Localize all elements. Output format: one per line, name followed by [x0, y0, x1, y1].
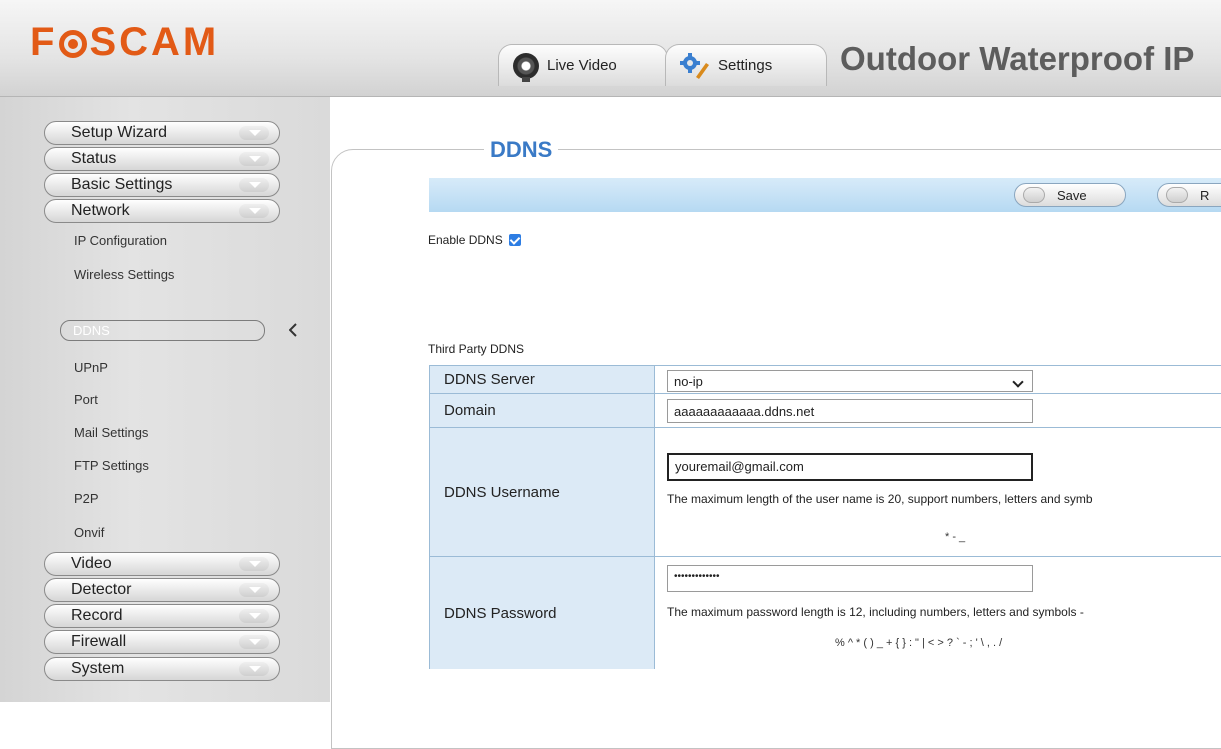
menu-status[interactable]: Status — [44, 147, 280, 171]
domain-cell: aaaaaaaaaaaa.ddns.net — [655, 394, 1221, 428]
username-cell: youremail@gmail.com The maximum length o… — [655, 428, 1221, 557]
sidebar-item-wireless-settings[interactable]: Wireless Settings — [74, 267, 174, 282]
domain-field[interactable]: aaaaaaaaaaaa.ddns.net — [667, 399, 1033, 423]
tab-live-video[interactable]: Live Video — [498, 44, 668, 86]
chevron-down-icon — [1012, 376, 1024, 388]
refresh-icon — [1166, 187, 1188, 203]
menu-firewall-label: Firewall — [71, 633, 127, 650]
sidebar-item-onvif[interactable]: Onvif — [74, 525, 104, 540]
menu-firewall[interactable]: Firewall — [44, 630, 280, 654]
username-label: DDNS Username — [430, 428, 655, 557]
menu-video[interactable]: Video — [44, 552, 280, 576]
active-item-arrow-icon — [289, 323, 297, 337]
sidebar-item-ddns-label: DDNS — [73, 323, 110, 338]
menu-status-label: Status — [71, 150, 117, 167]
chevron-down-icon — [239, 557, 269, 571]
password-hint: The maximum password length is 12, inclu… — [667, 605, 1084, 619]
menu-network-label: Network — [71, 202, 130, 219]
sidebar-item-p2p[interactable]: P2P — [74, 491, 99, 506]
chevron-down-icon — [239, 204, 269, 218]
foscam-logo: F SCAM — [30, 20, 220, 64]
menu-system-label: System — [71, 660, 125, 677]
refresh-button[interactable]: R — [1157, 183, 1221, 207]
ddns-settings-table: DDNS Server no-ip Domain aaaaaaaaaaaa.dd… — [429, 365, 1221, 669]
chevron-down-icon — [239, 662, 269, 676]
password-symbols: % ^ * ( ) _ + { } : " | < > ? ` - ; ' \ … — [835, 637, 1003, 649]
camera-icon — [513, 52, 539, 82]
menu-detector-label: Detector — [71, 581, 132, 598]
sidebar-item-ddns[interactable]: DDNS — [60, 320, 265, 341]
chevron-down-icon — [239, 152, 269, 166]
ddns-server-value: no-ip — [674, 374, 703, 389]
chevron-down-icon — [239, 126, 269, 140]
enable-ddns-label: Enable DDNS — [428, 233, 503, 247]
sidebar-item-upnp[interactable]: UPnP — [74, 360, 108, 375]
chevron-down-icon — [239, 178, 269, 192]
chevron-down-icon — [239, 583, 269, 597]
app-header: F SCAM Live Video Settings Outdoor Waterp… — [0, 0, 1221, 97]
chevron-down-icon — [239, 635, 269, 649]
sidebar-item-port[interactable]: Port — [74, 392, 98, 407]
save-button[interactable]: Save — [1014, 183, 1126, 207]
username-field[interactable]: youremail@gmail.com — [667, 453, 1033, 481]
settings-icon — [680, 52, 710, 79]
username-hint: The maximum length of the user name is 2… — [667, 492, 1093, 506]
save-icon — [1023, 187, 1045, 203]
page-title: DDNS — [484, 137, 559, 163]
enable-ddns-row: Enable DDNS — [428, 233, 522, 247]
toolbar: Save R — [429, 178, 1221, 212]
settings-sidebar: Setup Wizard Status Basic Settings Netwo… — [0, 97, 330, 702]
username-symbols: * - _ — [945, 531, 966, 543]
sidebar-item-mail-settings[interactable]: Mail Settings — [74, 425, 148, 440]
ddns-server-label: DDNS Server — [430, 366, 655, 394]
menu-record[interactable]: Record — [44, 604, 280, 628]
enable-ddns-checkbox[interactable] — [509, 234, 522, 246]
password-label: DDNS Password — [430, 557, 655, 669]
camera-model-heading: Outdoor Waterproof IP — [840, 40, 1195, 77]
menu-basic-settings[interactable]: Basic Settings — [44, 173, 280, 197]
sidebar-item-ip-configuration[interactable]: IP Configuration — [74, 233, 167, 248]
menu-system[interactable]: System — [44, 657, 280, 681]
menu-network[interactable]: Network — [44, 199, 280, 223]
menu-detector[interactable]: Detector — [44, 578, 280, 602]
chevron-down-icon — [239, 609, 269, 623]
menu-record-label: Record — [71, 607, 123, 624]
menu-setup-wizard[interactable]: Setup Wizard — [44, 121, 280, 145]
menu-video-label: Video — [71, 555, 112, 572]
section-label: Third Party DDNS — [428, 342, 525, 356]
domain-label: Domain — [430, 394, 655, 428]
ddns-server-cell: no-ip — [655, 366, 1221, 394]
tab-settings[interactable]: Settings — [665, 44, 827, 86]
password-field[interactable]: ••••••••••••• — [667, 565, 1033, 592]
password-cell: ••••••••••••• The maximum password lengt… — [655, 557, 1221, 669]
sidebar-item-ftp-settings[interactable]: FTP Settings — [74, 458, 149, 473]
menu-setup-wizard-label: Setup Wizard — [71, 124, 168, 141]
refresh-button-label: R — [1200, 188, 1210, 203]
ddns-server-select[interactable]: no-ip — [667, 370, 1033, 392]
tab-settings-label: Settings — [718, 57, 773, 74]
save-button-label: Save — [1057, 188, 1087, 203]
menu-basic-settings-label: Basic Settings — [71, 176, 173, 193]
tab-live-video-label: Live Video — [547, 57, 617, 74]
